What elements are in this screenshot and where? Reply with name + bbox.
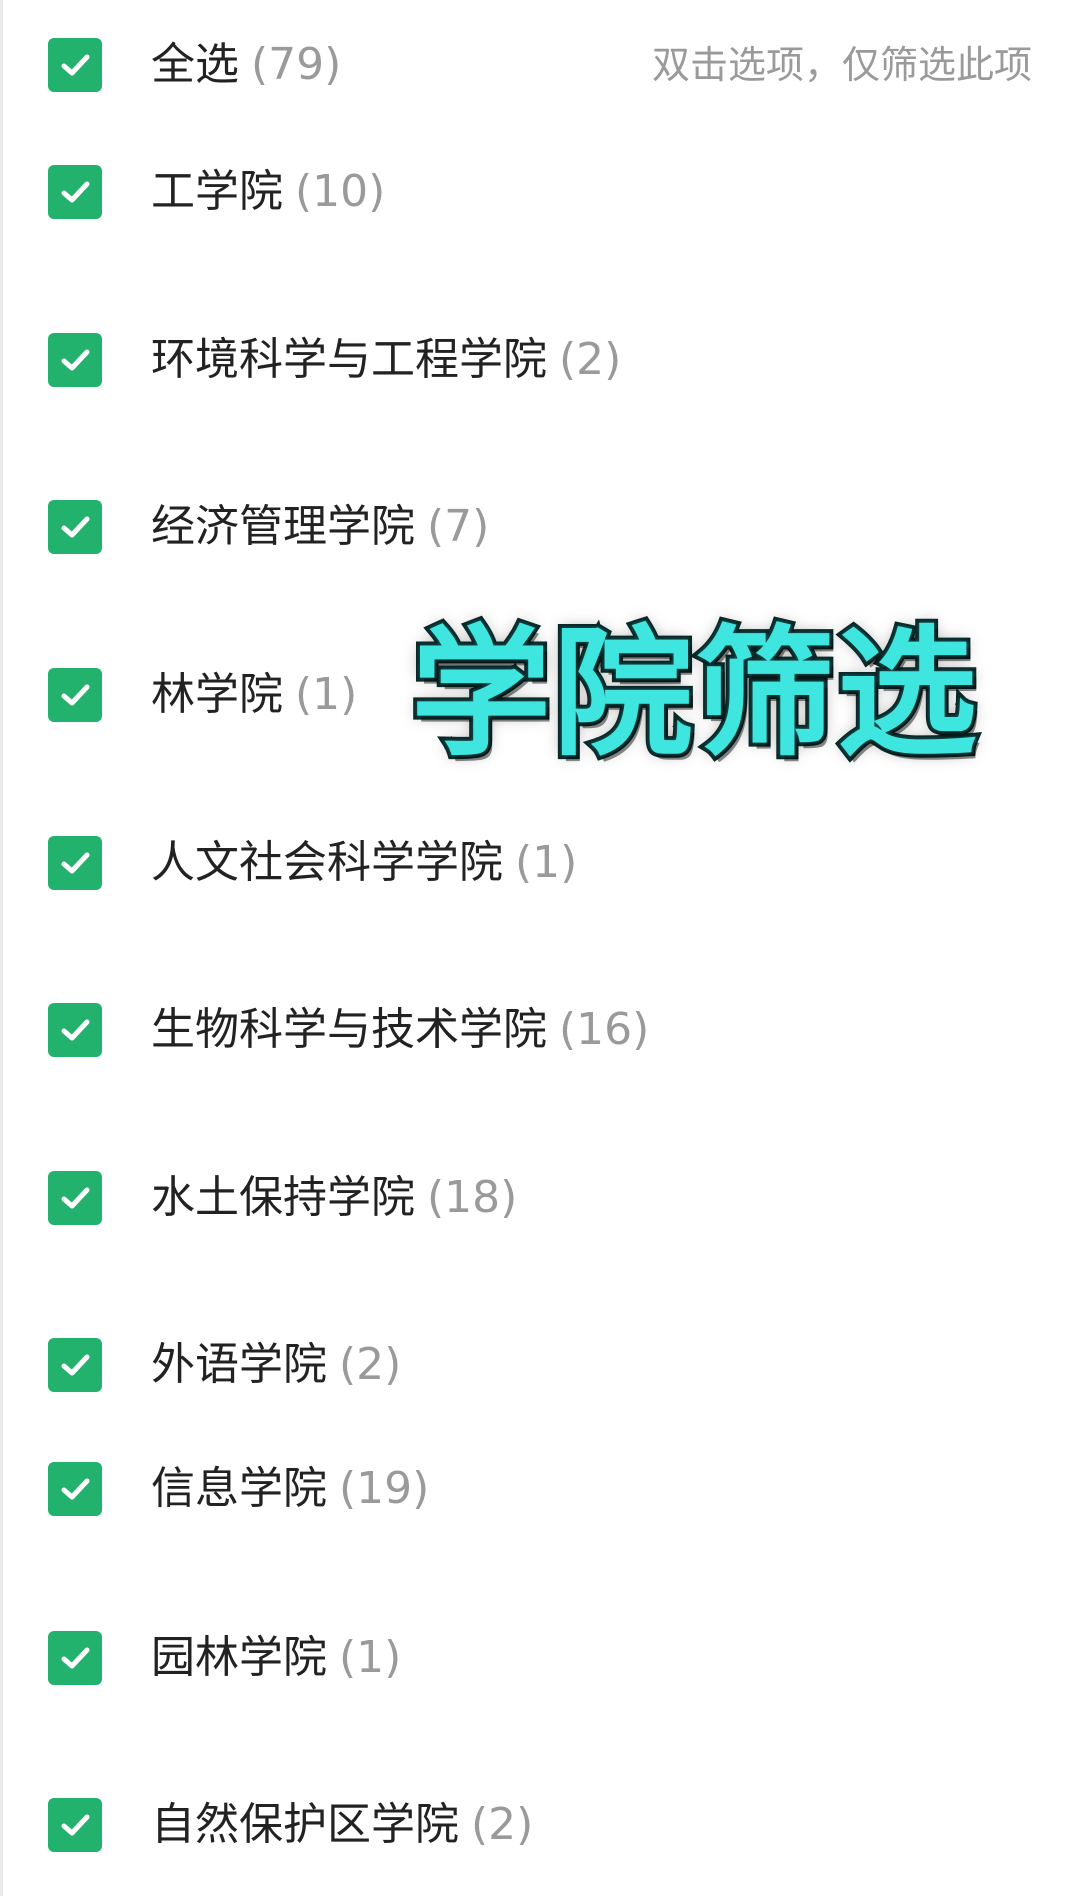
option-label: 水土保持学院 (18) <box>151 1153 517 1243</box>
option-label: 环境科学与工程学院 (2) <box>151 315 621 405</box>
option-name: 自然保护区学院 <box>151 1799 459 1850</box>
checkmark-icon <box>61 54 90 76</box>
double-click-hint: 双击选项，仅筛选此项 <box>651 43 1032 87</box>
checkmark-icon <box>61 1478 90 1500</box>
option-count: (79) <box>251 39 342 90</box>
option-name: 信息学院 <box>151 1463 327 1514</box>
option-checkbox[interactable] <box>48 165 102 219</box>
college-option-item[interactable]: 信息学院 (19) <box>0 1444 1080 1534</box>
option-checkbox[interactable] <box>48 500 102 554</box>
college-option-item[interactable]: 外语学院 (2) <box>0 1320 1080 1410</box>
college-option-item[interactable]: 经济管理学院 (7) <box>0 482 1080 572</box>
college-option-item[interactable]: 园林学院 (1) <box>0 1613 1080 1703</box>
option-label: 经济管理学院 (7) <box>151 482 489 572</box>
option-label: 园林学院 (1) <box>151 1613 401 1703</box>
option-checkbox[interactable] <box>48 333 102 387</box>
option-count: (7) <box>427 501 490 552</box>
option-name: 生物科学与技术学院 <box>151 1004 547 1055</box>
option-checkbox[interactable] <box>48 1798 102 1852</box>
option-label: 工学院 (10) <box>151 147 385 237</box>
option-label: 外语学院 (2) <box>151 1320 401 1410</box>
option-name: 园林学院 <box>151 1632 327 1683</box>
select-all-label: 全选 (79) <box>151 20 341 110</box>
option-count: (16) <box>559 1004 650 1055</box>
option-label: 生物科学与技术学院 (16) <box>151 985 649 1075</box>
select-all-checkbox[interactable] <box>48 38 102 92</box>
option-name: 全选 <box>151 39 239 90</box>
college-option-item[interactable]: 环境科学与工程学院 (2) <box>0 315 1080 405</box>
option-checkbox[interactable] <box>48 836 102 890</box>
option-count: (18) <box>427 1172 518 1223</box>
option-label: 自然保护区学院 (2) <box>151 1780 533 1870</box>
option-checkbox[interactable] <box>48 668 102 722</box>
option-name: 环境科学与工程学院 <box>151 334 547 385</box>
checkmark-icon <box>61 1814 90 1836</box>
option-name: 人文社会科学学院 <box>151 837 503 888</box>
select-all-row[interactable]: 全选 (79) 双击选项，仅筛选此项 <box>0 20 1080 110</box>
checkmark-icon <box>61 1647 90 1669</box>
college-option-item[interactable]: 自然保护区学院 (2) <box>0 1780 1080 1870</box>
option-label: 信息学院 (19) <box>151 1444 429 1534</box>
option-name: 外语学院 <box>151 1339 327 1390</box>
option-count: (2) <box>471 1799 534 1850</box>
option-name: 经济管理学院 <box>151 501 415 552</box>
checkmark-icon <box>61 852 90 874</box>
college-option-item[interactable]: 水土保持学院 (18) <box>0 1153 1080 1243</box>
checkmark-icon <box>61 181 90 203</box>
checkmark-icon <box>61 516 90 538</box>
checkmark-icon <box>61 684 90 706</box>
option-name: 工学院 <box>151 166 283 217</box>
option-name: 林学院 <box>151 669 283 720</box>
college-option-item[interactable]: 人文社会科学学院 (1) <box>0 818 1080 908</box>
college-option-item[interactable]: 工学院 (10) <box>0 147 1080 237</box>
option-count: (1) <box>295 669 358 720</box>
option-count: (19) <box>339 1463 430 1514</box>
option-checkbox[interactable] <box>48 1462 102 1516</box>
college-option-item[interactable]: 生物科学与技术学院 (16) <box>0 985 1080 1075</box>
option-count: (2) <box>559 334 622 385</box>
checkmark-icon <box>61 1354 90 1376</box>
option-checkbox[interactable] <box>48 1631 102 1685</box>
college-filter-list: 全选 (79) 双击选项，仅筛选此项 工学院 (10) 环境科学与工程学院 (2) 经… <box>0 0 1080 1896</box>
option-label: 林学院 (1) <box>151 650 357 740</box>
option-count: (1) <box>339 1632 402 1683</box>
checkmark-icon <box>61 1019 90 1041</box>
option-name: 水土保持学院 <box>151 1172 415 1223</box>
option-checkbox[interactable] <box>48 1171 102 1225</box>
overlay-title-caption: 学院筛选 <box>407 609 981 780</box>
option-label: 人文社会科学学院 (1) <box>151 818 577 908</box>
option-count: (2) <box>339 1339 402 1390</box>
option-count: (10) <box>295 166 386 217</box>
checkmark-icon <box>61 1187 90 1209</box>
option-checkbox[interactable] <box>48 1338 102 1392</box>
option-count: (1) <box>515 837 578 888</box>
checkmark-icon <box>61 349 90 371</box>
option-checkbox[interactable] <box>48 1003 102 1057</box>
